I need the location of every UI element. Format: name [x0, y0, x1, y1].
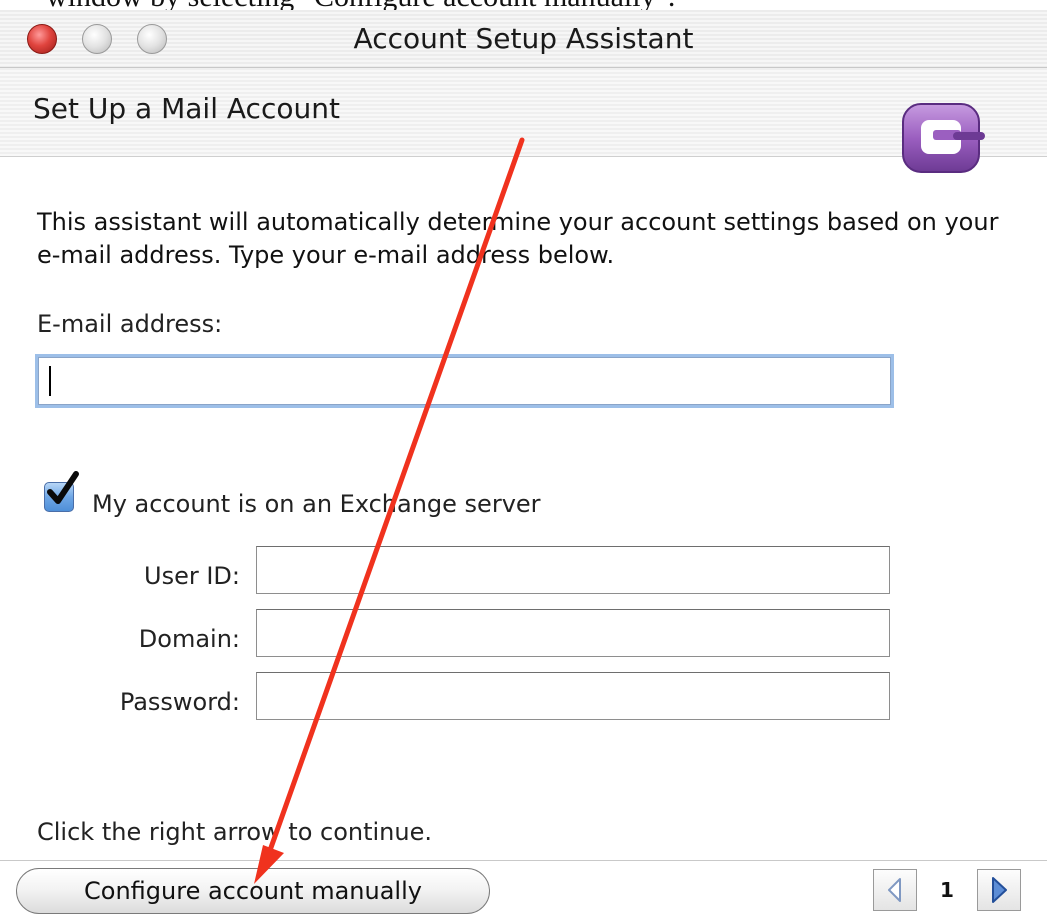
- footer-divider: [0, 860, 1047, 861]
- entourage-icon: [902, 103, 985, 173]
- checkmark-icon: [47, 471, 79, 504]
- password-label: Password:: [119, 688, 240, 716]
- user-id-label: User ID:: [144, 562, 240, 590]
- email-field[interactable]: [38, 357, 891, 405]
- previous-page-button[interactable]: [873, 869, 917, 911]
- section-header: Set Up a Mail Account: [0, 68, 1047, 173]
- left-arrow-icon: [888, 878, 901, 902]
- configure-account-manually-button[interactable]: Configure account manually: [16, 868, 490, 914]
- domain-label: Domain:: [138, 625, 240, 653]
- window-title: Account Setup Assistant: [353, 22, 694, 55]
- page-navigator: 1: [873, 869, 1027, 911]
- right-arrow-icon: [992, 877, 1007, 903]
- password-field[interactable]: [256, 672, 890, 720]
- email-label: E-mail address:: [37, 310, 223, 338]
- exchange-checkbox-label: My account is on an Exchange server: [92, 490, 541, 518]
- page-title: Set Up a Mail Account: [33, 92, 340, 125]
- intro-text: This assistant will automatically determ…: [37, 208, 999, 269]
- page-number: 1: [940, 878, 954, 902]
- account-setup-window: Account Setup Assistant Set Up a Mail Ac…: [0, 10, 1047, 924]
- next-page-button[interactable]: [977, 869, 1021, 911]
- domain-field[interactable]: [256, 609, 890, 657]
- title-bar[interactable]: Account Setup Assistant: [0, 10, 1047, 68]
- user-id-field[interactable]: [256, 546, 890, 594]
- continue-instruction: Click the right arrow to continue.: [37, 818, 432, 846]
- text-cursor: [49, 366, 51, 396]
